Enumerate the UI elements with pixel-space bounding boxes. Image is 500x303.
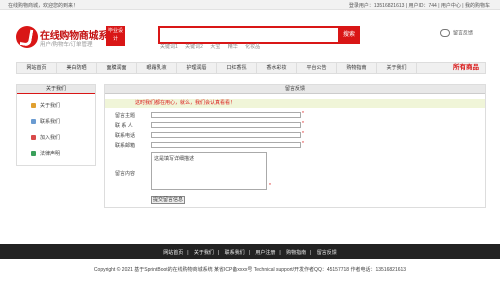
info-icon [31,103,36,109]
footer-link[interactable]: 联系我们 [225,250,245,256]
footer-bar: 网站首页 | 关于我们 | 联系我们 | 用户注册 | 购物指南 | 留言反馈 [0,244,500,259]
nav-item-whitening[interactable]: 美白防晒 [57,63,97,73]
all-products-link[interactable]: 所有商品 [453,63,479,73]
nav-item-announcements[interactable]: 平台公告 [297,63,337,73]
required-mark: * [269,183,271,189]
phone-label: 联系电话 [115,133,136,139]
footer-link[interactable]: 留言反馈 [317,250,337,256]
welcome-text: 在线购物商城，欢迎您的到来！ [8,3,79,9]
sidebar: 关于我们 关于我们 联系我们 加入我们 法律声明 [16,84,96,166]
hot-keywords: 关键词1 关键词2 大宝 精华 化妆品 [160,43,266,50]
search-input[interactable] [158,26,340,44]
content-label: 留言内容 [115,171,136,177]
nav-item-lipstick[interactable]: 口红香氛 [217,63,257,73]
hot-keyword[interactable]: 关键词2 [185,44,203,50]
required-mark: * [302,121,304,127]
top-bar: 在线购物商城，欢迎您的到来！ 登录用户：13516821613 | 用户ID：7… [0,0,500,10]
hot-keyword[interactable]: 关键词1 [160,44,178,50]
hot-keyword[interactable]: 大宝 [210,44,220,50]
chat-icon [440,29,450,37]
hot-keyword[interactable]: 精华 [228,44,238,50]
nav-item-masks[interactable]: 面膜润面 [97,63,137,73]
phone-input[interactable] [151,132,301,138]
law-icon [31,151,36,157]
search-button[interactable]: 搜索 [338,26,360,44]
logo-subtitle: 用户/购物车/订单管理 [40,42,93,48]
subject-input[interactable] [151,112,301,118]
logo-icon [16,26,38,48]
content-textarea[interactable]: 这是填写详细描述 [151,152,267,190]
sidebar-item-contact[interactable]: 联系我们 [31,118,60,125]
sidebar-item-join[interactable]: 加入我们 [31,134,60,141]
main-nav: 网站首页 美白防晒 面膜润面 眼霜乳液 护理润唇 口红香氛 香水彩妆 平台公告 … [16,62,486,74]
nav-item-lip-care[interactable]: 护理润唇 [177,63,217,73]
join-icon [31,135,36,141]
graduation-badge: 毕业设计 [106,26,125,46]
sidebar-item-label: 法律声明 [40,151,61,157]
nav-item-guide[interactable]: 购物指南 [337,63,377,73]
nav-item-eye-cream[interactable]: 眼霜乳液 [137,63,177,73]
footer-links: 网站首页 | 关于我们 | 联系我们 | 用户注册 | 购物指南 | 留言反馈 [163,250,337,256]
required-mark: * [302,141,304,147]
required-mark: * [302,111,304,117]
submit-button[interactable]: 提交留言信息 [151,196,185,204]
panel-title: 留言反馈 [105,85,485,94]
feedback-link[interactable]: 留言反馈 [440,29,473,37]
nav-item-home[interactable]: 网站首页 [17,63,57,73]
footer-link[interactable]: 关于我们 [194,250,214,256]
contact-name-input[interactable] [151,122,301,128]
sidebar-item-about[interactable]: 关于我们 [31,102,60,109]
contact-name-label: 联 系 人 [115,123,133,129]
subject-label: 留言主题 [115,113,136,119]
hot-keyword[interactable]: 化妆品 [245,44,260,50]
copyright-text: Copyright © 2021 基于SprintBoot的在线购物商城系统 某… [93,267,407,273]
sidebar-item-label: 加入我们 [40,135,61,141]
sidebar-title: 关于我们 [17,85,95,94]
contact-icon [31,119,36,125]
sidebar-item-label: 联系我们 [40,119,61,125]
email-label: 联系邮箱 [115,143,136,149]
footer-link[interactable]: 用户注册 [255,250,275,256]
sidebar-item-law[interactable]: 法律声明 [31,150,60,157]
required-mark: * [302,131,304,137]
footer-link[interactable]: 网站首页 [163,250,183,256]
user-links[interactable]: 登录用户：13516821613 | 用户ID：744 | 用户中心 | 我的购… [349,2,490,9]
sidebar-item-label: 关于我们 [40,103,61,109]
feedback-panel: 留言反馈 这时我们都在用心，就么，我们会认真看看！ 留言主题 * 联 系 人 *… [104,84,486,208]
footer-link[interactable]: 购物指南 [286,250,306,256]
email-input[interactable] [151,142,301,148]
feedback-label: 留言反馈 [453,30,474,37]
welcome-notice: 这时我们都在用心，就么，我们会认真看看！ [105,99,485,108]
nav-item-perfume[interactable]: 香水彩妆 [257,63,297,73]
nav-item-about[interactable]: 关于我们 [377,63,417,73]
